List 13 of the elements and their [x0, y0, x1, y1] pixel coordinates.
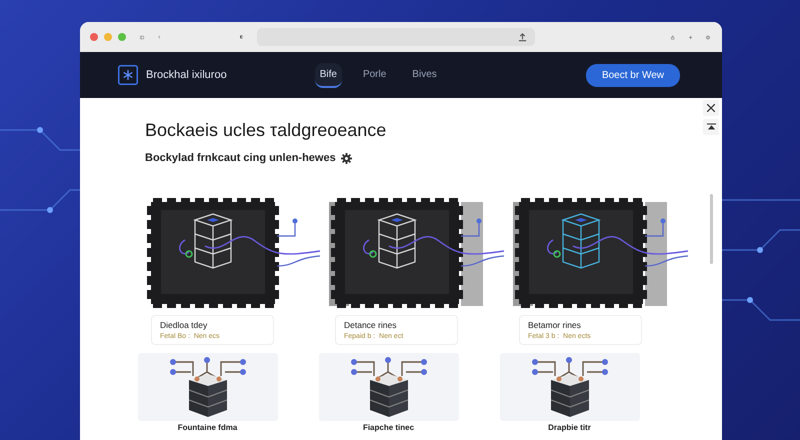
nav-tab[interactable]: Bives — [407, 62, 442, 88]
nav-tab[interactable]: Porle — [358, 62, 392, 88]
nav-tab[interactable]: Bife — [314, 62, 342, 88]
server-caption: Fiapche tinec — [362, 423, 414, 432]
subheading: Bockylad frnkcaut cing unlen-hewes — [145, 152, 336, 164]
node-title: Detance rines — [344, 320, 398, 330]
node-title: Diedloa tdey — [160, 320, 208, 330]
server-caption: Fountaine fdma — [178, 423, 238, 432]
server-caption: Drapbie titr — [548, 423, 591, 432]
view-button[interactable]: Boect br Wew — [586, 64, 680, 86]
page-heading: Bockaeis ucles τaldgreoeance — [145, 120, 388, 141]
brand-name: Brockhal ixiluroo — [146, 69, 227, 81]
node-title: Betamor rines — [528, 320, 582, 330]
